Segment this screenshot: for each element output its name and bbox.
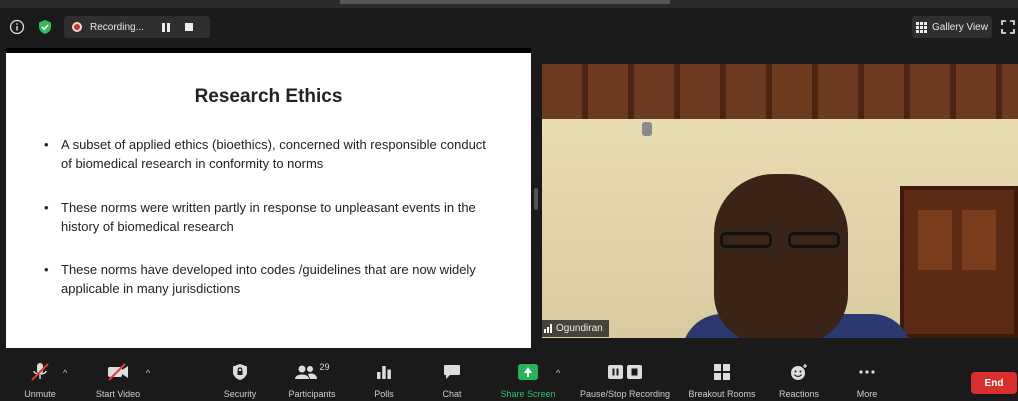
share-screen-label: Share Screen [500, 389, 556, 399]
recording-dot-icon [72, 22, 82, 32]
meeting-info-icon[interactable] [8, 18, 26, 36]
grid-icon [916, 21, 928, 33]
recording-indicator: Recording... [64, 16, 210, 38]
share-screen-button[interactable]: Share Screen [497, 352, 559, 401]
bullet-mark: • [44, 262, 49, 277]
participant-video [542, 64, 1018, 338]
participant-name-tag: Ogundiran [540, 320, 609, 337]
unmute-button[interactable]: Unmute [18, 352, 62, 401]
more-dots-icon [858, 362, 876, 382]
gallery-view-button[interactable]: Gallery View [912, 16, 992, 38]
bullet-text: A subset of applied ethics (bioethics), … [61, 137, 486, 171]
recording-label: Recording... [90, 21, 144, 33]
reactions-smiley-icon [789, 362, 809, 382]
more-button[interactable]: More [850, 352, 884, 401]
chat-button[interactable]: Chat [436, 352, 468, 401]
fullscreen-icon[interactable] [1000, 19, 1016, 35]
audio-options-caret-icon[interactable]: ^ [63, 368, 67, 378]
slide-title: Research Ethics [194, 86, 343, 107]
reactions-button[interactable]: Reactions [774, 352, 824, 401]
breakout-rooms-button[interactable]: Breakout Rooms [684, 352, 760, 401]
top-edge-highlight [340, 0, 670, 4]
start-video-button[interactable]: Start Video [88, 352, 148, 401]
reactions-label: Reactions [778, 389, 820, 399]
share-screen-icon [518, 362, 538, 382]
slide-bullet: • These norms were written partly in res… [44, 198, 499, 236]
wall-lamp [642, 122, 652, 136]
slide-bullet: • A subset of applied ethics (bioethics)… [44, 135, 499, 173]
end-meeting-button[interactable]: End [971, 372, 1017, 394]
stop-recording-icon[interactable] [185, 23, 193, 31]
breakout-rooms-label: Breakout Rooms [688, 389, 756, 399]
bullet-mark: • [44, 137, 49, 152]
pause-stop-icon [607, 362, 643, 382]
chat-label: Chat [442, 389, 462, 399]
breakout-rooms-grid-icon [713, 362, 731, 382]
polls-chart-icon [376, 362, 392, 382]
chat-bubble-icon [443, 362, 461, 382]
slide-bullet: • These norms have developed into codes … [44, 260, 499, 298]
pause-recording-icon[interactable] [162, 22, 171, 32]
video-off-icon [106, 362, 130, 382]
participant-name: Ogundiran [556, 323, 603, 334]
top-edge-strip [0, 0, 1018, 8]
participants-icon: 29 [294, 362, 330, 382]
pause-stop-recording-label: Pause/Stop Recording [579, 389, 671, 399]
connection-signal-icon [544, 324, 552, 333]
unmute-label: Unmute [24, 389, 56, 399]
wooden-door [900, 186, 1018, 338]
bullet-mark: • [44, 200, 49, 215]
pause-stop-recording-button[interactable]: Pause/Stop Recording [574, 352, 676, 401]
participant-glasses [720, 232, 844, 248]
bullet-text: These norms were written partly in respo… [61, 200, 476, 234]
participants-count: 29 [319, 362, 330, 372]
start-video-label: Start Video [95, 389, 141, 399]
polls-label: Polls [374, 389, 394, 399]
shared-slide: Research Ethics • A subset of applied et… [6, 53, 531, 348]
meeting-top-bar: Recording... Gallery View [0, 12, 1018, 44]
security-button[interactable]: Security [218, 352, 262, 401]
gallery-view-label: Gallery View [932, 21, 988, 33]
ceiling-beams [542, 64, 1018, 119]
muted-microphone-icon [29, 362, 51, 382]
security-label: Security [223, 389, 257, 399]
participant-head [714, 174, 848, 338]
more-label: More [856, 389, 878, 399]
polls-button[interactable]: Polls [367, 352, 401, 401]
bullet-text: These norms have developed into codes /g… [61, 262, 476, 296]
encryption-shield-icon[interactable] [36, 18, 54, 36]
split-view-handle[interactable] [534, 188, 538, 210]
video-options-caret-icon[interactable]: ^ [146, 368, 150, 378]
share-options-caret-icon[interactable]: ^ [556, 368, 560, 378]
meeting-controls-toolbar: Unmute ^ Start Video ^ Security 29 Parti… [0, 352, 1018, 401]
security-shield-icon [232, 362, 248, 382]
participants-label: Participants [288, 389, 336, 399]
participants-button[interactable]: 29 Participants [283, 352, 341, 401]
